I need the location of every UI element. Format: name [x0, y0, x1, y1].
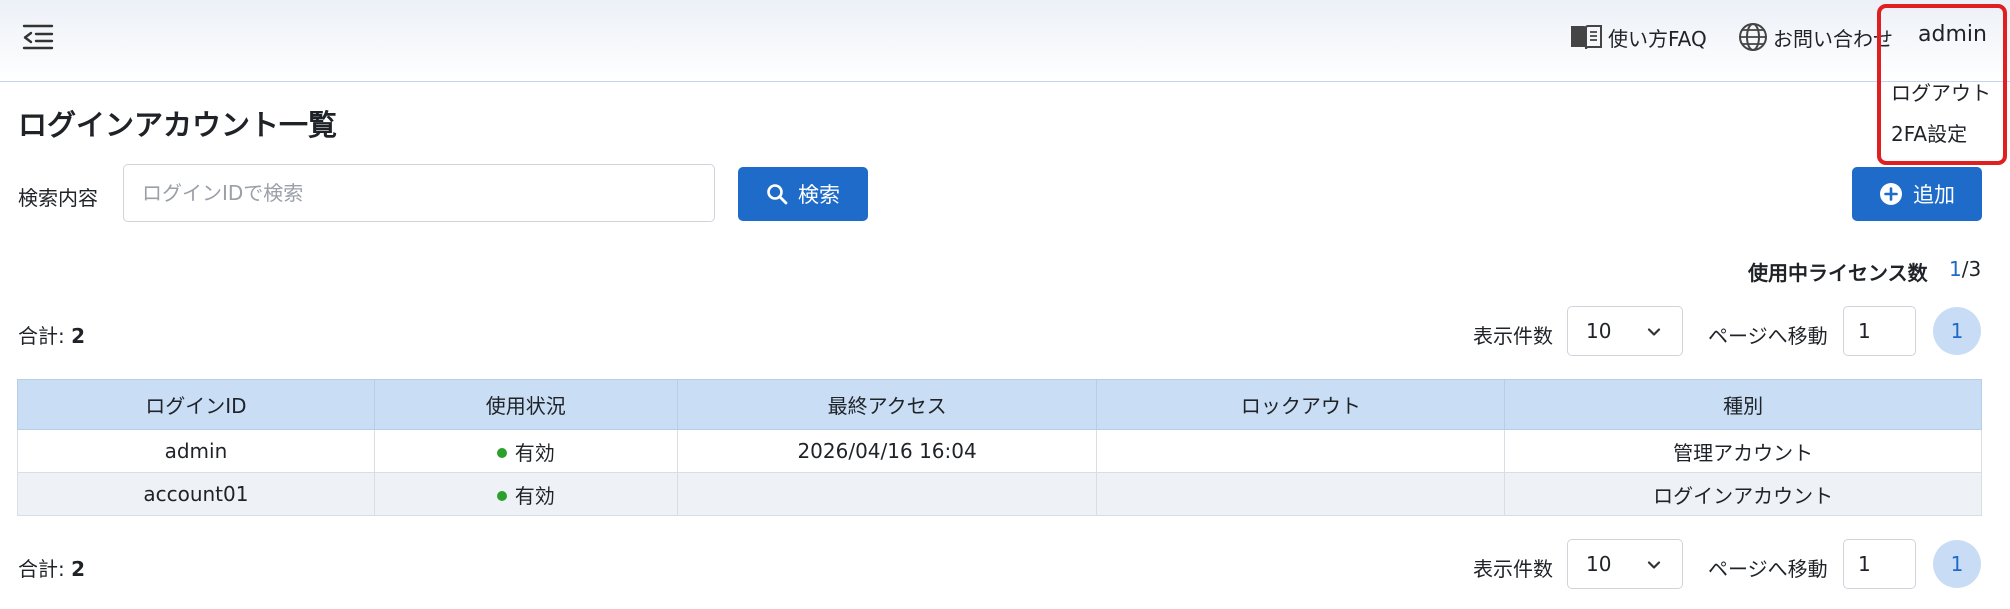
contact-label: お問い合わせ [1773, 26, 1893, 51]
search-label: 検索内容 [18, 186, 98, 210]
cell-last-access [676, 472, 1098, 516]
page-button-current-bottom[interactable]: 1 [1933, 540, 1981, 588]
search-icon [767, 184, 788, 205]
column-header-type[interactable]: 種別 [1504, 379, 1982, 430]
chevron-down-icon [1647, 328, 1661, 336]
page-title: ログインアカウント一覧 [18, 108, 338, 142]
contact-link[interactable]: お問い合わせ [1737, 20, 1893, 54]
goto-page-input-bottom[interactable] [1843, 539, 1916, 589]
per-page-value: 10 [1586, 319, 1612, 343]
search-button-label: 検索 [798, 183, 840, 207]
add-button-label: 追加 [1913, 183, 1955, 207]
faq-link[interactable]: 使い方FAQ [1568, 20, 1707, 54]
column-header-last-access[interactable]: 最終アクセス [676, 379, 1098, 430]
table-row[interactable]: admin 有効 2026/04/16 16:04 管理アカウント [17, 429, 1982, 473]
book-icon [1571, 25, 1602, 50]
status-active-dot [496, 490, 507, 501]
table-header-row: ログインID 使用状況 最終アクセス ロックアウト 種別 [17, 379, 1982, 430]
per-page-select-bottom[interactable]: 10 [1567, 539, 1683, 589]
status-text: 有効 [514, 440, 555, 465]
goto-page-label: ページへ移動 [1708, 324, 1828, 348]
license-label: 使用中ライセンス数 [1748, 261, 1928, 285]
cell-login-id: account01 [17, 472, 375, 516]
status-text: 有効 [514, 483, 555, 508]
total-count: 合計: 2 [18, 320, 85, 349]
per-page-value: 10 [1586, 552, 1612, 576]
cell-type: ログインアカウント [1504, 472, 1982, 516]
per-page-label: 表示件数 [1473, 324, 1553, 348]
logout-menu-item[interactable]: ログアウト [1891, 77, 1991, 106]
table-row[interactable]: account01 有効 ログインアカウント [17, 472, 1982, 516]
column-header-status[interactable]: 使用状況 [373, 379, 678, 430]
license-count: 1/3 [1949, 257, 1981, 281]
page-button-current[interactable]: 1 [1933, 307, 1981, 355]
goto-page-input[interactable] [1843, 306, 1916, 356]
total-value: 2 [71, 324, 86, 348]
cell-last-access: 2026/04/16 16:04 [676, 429, 1098, 473]
total-label: 合計: [18, 557, 72, 581]
top-header: 使い方FAQ お問い合わせ admin [0, 0, 2010, 82]
plus-circle-icon [1880, 183, 1902, 205]
total-label: 合計: [18, 324, 72, 348]
add-button[interactable]: 追加 [1852, 167, 1982, 221]
chevron-down-icon [1647, 561, 1661, 569]
cell-lockout [1096, 472, 1506, 516]
cell-type: 管理アカウント [1504, 429, 1982, 473]
cell-lockout [1096, 429, 1506, 473]
per-page-label-bottom: 表示件数 [1473, 557, 1553, 581]
faq-label: 使い方FAQ [1608, 26, 1707, 51]
globe-icon [1739, 23, 1767, 51]
column-header-login-id[interactable]: ログインID [17, 379, 375, 430]
per-page-select[interactable]: 10 [1567, 306, 1683, 356]
cell-login-id: admin [17, 429, 375, 473]
cell-status: 有効 [373, 472, 678, 516]
search-input[interactable] [123, 164, 715, 222]
cell-status: 有効 [373, 429, 678, 473]
license-total: /3 [1961, 257, 1982, 281]
total-count-bottom: 合計: 2 [18, 553, 85, 582]
total-value: 2 [71, 557, 86, 581]
search-button[interactable]: 検索 [738, 167, 868, 221]
license-used: 1 [1949, 257, 1962, 281]
column-header-lockout[interactable]: ロックアウト [1096, 379, 1506, 430]
accounts-table: ログインID 使用状況 最終アクセス ロックアウト 種別 admin 有効 20… [17, 379, 1982, 516]
user-menu-toggle[interactable]: admin [1918, 22, 1987, 47]
menu-toggle-icon[interactable] [22, 22, 56, 52]
goto-page-label-bottom: ページへ移動 [1708, 557, 1828, 581]
status-active-dot [496, 447, 507, 458]
twofa-settings-menu-item[interactable]: 2FA設定 [1891, 118, 1967, 147]
